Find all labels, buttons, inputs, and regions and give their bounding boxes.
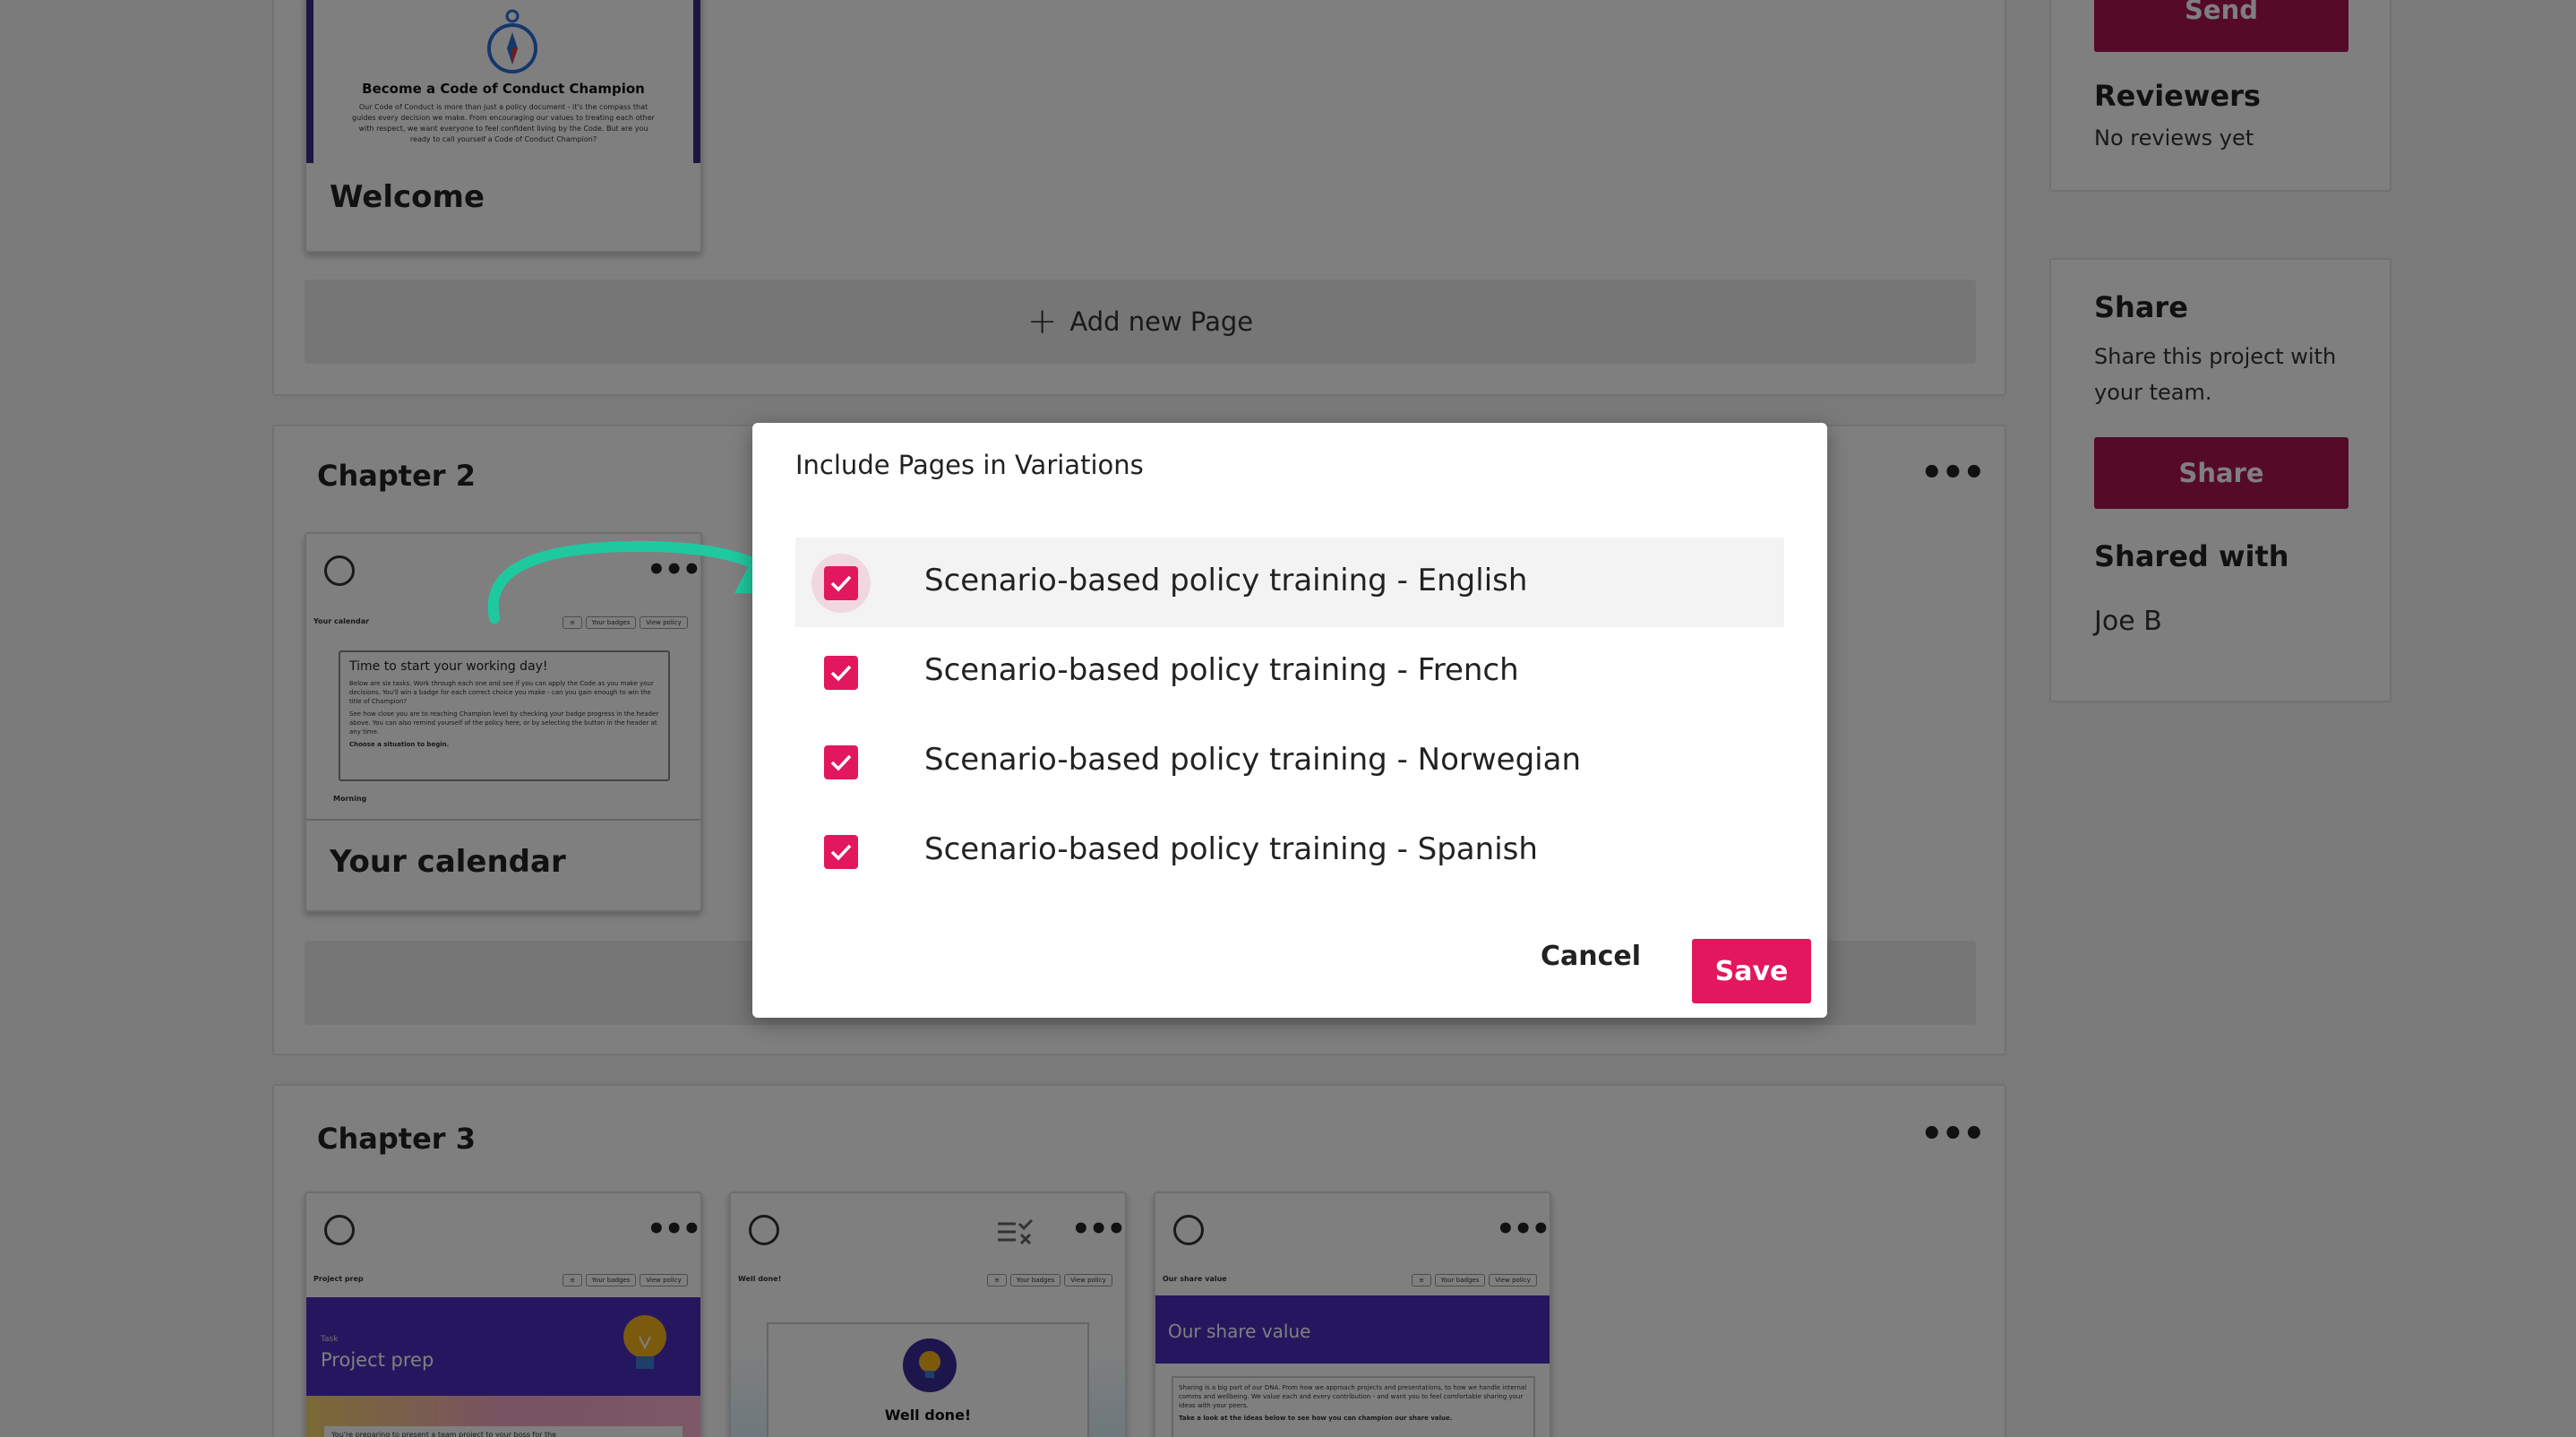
checkbox-english[interactable]	[824, 566, 858, 600]
checkmark-icon	[830, 844, 852, 861]
option-label: Scenario-based policy training - French	[924, 652, 1519, 688]
checkmark-icon	[830, 665, 852, 682]
variation-option-spanish[interactable]: Scenario-based policy training - Spanish	[795, 806, 1784, 896]
dialog-title: Include Pages in Variations	[795, 450, 1144, 480]
variation-option-english[interactable]: Scenario-based policy training - English	[795, 538, 1784, 627]
checkmark-icon	[830, 754, 852, 771]
variation-option-french[interactable]: Scenario-based policy training - French	[795, 627, 1784, 717]
include-pages-dialog: Include Pages in Variations Scenario-bas…	[752, 423, 1827, 1018]
save-button[interactable]: Save	[1692, 939, 1811, 1003]
option-label: Scenario-based policy training - English	[924, 563, 1528, 598]
variation-option-norwegian[interactable]: Scenario-based policy training - Norwegi…	[795, 717, 1784, 806]
checkbox-norwegian[interactable]	[824, 745, 858, 779]
option-label: Scenario-based policy training - Norwegi…	[924, 742, 1581, 778]
checkmark-icon	[830, 575, 852, 592]
option-label: Scenario-based policy training - Spanish	[924, 831, 1538, 867]
cancel-button[interactable]: Cancel	[1541, 941, 1641, 972]
checkbox-spanish[interactable]	[824, 835, 858, 869]
checkbox-french[interactable]	[824, 656, 858, 690]
